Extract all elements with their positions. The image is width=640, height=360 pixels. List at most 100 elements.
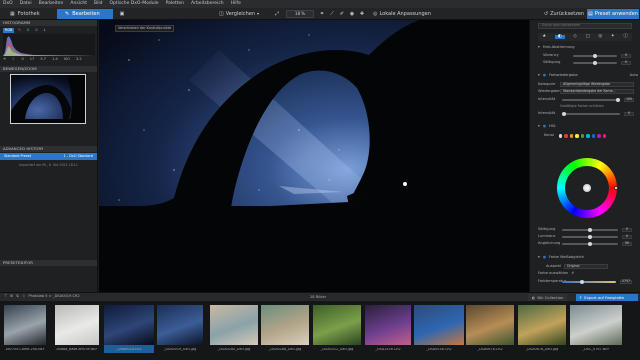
channel-dot-yellow[interactable] [575, 134, 579, 138]
temperature-slider[interactable] [562, 279, 616, 284]
folder-path[interactable]: Photolab 5 > _DSA0019.CR2 [28, 294, 79, 299]
color-palette-icon[interactable]: ◐ [554, 34, 565, 40]
eyedropper-icon[interactable]: ✐ [571, 271, 574, 276]
channel-b[interactable]: B [33, 28, 39, 33]
section-color-rendering[interactable]: ▾ ● Farbwiedergabe Auto [538, 73, 638, 78]
wb-preset-select[interactable]: Original [564, 264, 608, 269]
preset-editor-header[interactable]: PRESETEDITOR [0, 260, 97, 266]
star-icon[interactable]: ★ [542, 34, 546, 40]
menu-modules[interactable]: Optische DxO-Module [110, 1, 159, 7]
eyedropper-icon[interactable]: ✐ [338, 10, 346, 18]
intensity2-value[interactable]: 0 [624, 112, 634, 116]
sun-icon[interactable]: ☀ [3, 57, 6, 62]
detail-icon[interactable]: ◇ [573, 34, 576, 40]
vibrancy-slider[interactable] [573, 53, 617, 58]
hsl-uniformity-slider[interactable] [562, 241, 618, 246]
red-eye-icon[interactable]: ◉ [348, 10, 356, 18]
menu-workspace[interactable]: Arbeitsbereich [191, 1, 224, 7]
history-header[interactable]: ADVANCED HISTORY [0, 146, 97, 152]
channel-dot-all[interactable] [558, 134, 563, 138]
hsl-uniformity-value[interactable]: 50 [622, 242, 632, 246]
intensity-value[interactable]: 100 [624, 98, 634, 102]
fit-icon[interactable]: ⤢ [272, 10, 282, 18]
filmstrip-thumbnail[interactable]: _DSA0019_DxO.jpg [157, 305, 203, 353]
menu-view[interactable]: Ansicht [70, 1, 87, 7]
toggle-icon[interactable]: ● [543, 73, 546, 78]
export-button[interactable]: ⇪ Export auf Festplatte [576, 294, 638, 301]
channel-rgb[interactable]: RGB [3, 28, 15, 34]
local-icon[interactable]: ◎ [598, 34, 602, 40]
channel-r[interactable]: R [16, 28, 22, 33]
intensity2-slider[interactable] [562, 111, 620, 116]
category-select[interactable]: Allgemeingültige Wiedergabe [560, 82, 634, 87]
channel-l[interactable]: L [42, 28, 48, 33]
channel-dot-cyan[interactable] [586, 134, 590, 138]
channel-dot-red[interactable] [564, 134, 568, 138]
tab-edit[interactable]: ✎ Bearbeiten [57, 9, 113, 19]
crop-icon[interactable]: ⌗ [318, 10, 326, 18]
channel-dot-magenta[interactable] [602, 134, 607, 138]
histogram-header[interactable]: HISTOGRAMM [0, 20, 97, 26]
filmstrip-thumbnail[interactable]: _DSA0312_DxO.jpg [313, 305, 361, 353]
hsl-saturation-value[interactable]: 0 [622, 228, 632, 232]
hsl-saturation-slider[interactable] [562, 227, 618, 232]
protect-colors-checkbox[interactable]: Gesättigte Farben schützen [560, 104, 604, 108]
reset-button[interactable]: ↺ Zurücksetzen [544, 10, 584, 18]
saturation-slider[interactable] [573, 60, 617, 65]
intensity-slider[interactable] [562, 97, 620, 102]
compare-button[interactable]: ◫ Vergleichen ▾ [209, 10, 269, 18]
section-color-adjust[interactable]: ▾ Farb-Abstimmung [538, 45, 575, 50]
channel-g[interactable]: G [25, 28, 32, 33]
toggle-icon[interactable]: ● [543, 255, 546, 260]
view-toggle-icon[interactable]: ▣ [118, 10, 126, 18]
hsl-luminance-slider[interactable] [562, 234, 618, 239]
horizon-icon[interactable]: ⟋ [328, 10, 336, 18]
history-row[interactable]: Standard Preset 1 - DxO Standard [0, 153, 97, 160]
channel-dot-blue[interactable] [591, 134, 596, 138]
zoom-select[interactable]: 18 % [286, 10, 314, 18]
filmstrip-thumbnail[interactable]: _DSA0280_DxO.jpg [210, 305, 258, 353]
filmstrip-thumbnail[interactable]: _DSA0878_DxO.jpg [518, 305, 566, 353]
menu-palettes[interactable]: Paletten [166, 1, 184, 7]
hsl-color-wheel[interactable] [557, 158, 618, 218]
sort-icon[interactable]: ⇅ [16, 294, 19, 299]
grid-icon[interactable]: ⊞ [10, 294, 13, 299]
menu-edit[interactable]: Bearbeiten [39, 1, 64, 7]
channel-dot-orange[interactable] [569, 134, 574, 138]
menu-image[interactable]: Bild [94, 1, 102, 7]
repair-icon[interactable]: ✚ [358, 10, 366, 18]
menu-file[interactable]: Datei [20, 1, 32, 7]
filter-icon[interactable]: ⊤ [4, 294, 7, 299]
filmstrip-thumbnail[interactable]: Anaba_Base-arr039.NEF [55, 305, 99, 353]
navigator-header[interactable]: BEWEGEN/ZOOM [0, 66, 97, 72]
channel-dot-purple[interactable] [597, 134, 601, 138]
filmstrip-thumbnail[interactable]: _DSA0538.CR2 [414, 305, 464, 353]
section-white-balance[interactable]: ▾ ● Farbe Weißabgleich [538, 255, 584, 260]
geometry-icon[interactable]: ▢ [585, 34, 589, 40]
rendering-select[interactable]: Standardwiedergabe der Kame... [560, 89, 634, 94]
saturation-value[interactable]: 0 [621, 61, 631, 65]
hsl-luminance-value[interactable]: 0 [622, 235, 632, 239]
navigator-preview[interactable] [10, 74, 86, 124]
filmstrip-thumbnail[interactable]: _DSA0018.CR2 [104, 305, 154, 353]
local-adjustments-button[interactable]: ◎ Lokale Anpassungen [370, 10, 434, 18]
nik-collection-button[interactable]: ◐ Nik Collection [528, 294, 568, 301]
channel-dot-green[interactable] [580, 134, 585, 138]
meta-icon[interactable]: ⓘ [623, 34, 628, 40]
filmstrip-thumbnail[interactable]: _DSC_0767.NEF [570, 305, 622, 353]
toggle-icon[interactable]: ● [543, 124, 546, 129]
star-filter-icon[interactable]: ☆ [22, 294, 25, 299]
correction-search-input[interactable]: Suche nach Korrekturen [538, 23, 632, 29]
moon-icon[interactable]: ☾ [12, 57, 15, 62]
menu-app[interactable]: DxO [3, 1, 13, 7]
apply-preset-button[interactable]: ▤ Preset anwenden [587, 9, 639, 19]
section-hsl[interactable]: ▾ ● HSL [538, 124, 556, 129]
temperature-value[interactable]: 2757 [620, 280, 632, 284]
vibrancy-value[interactable]: 0 [621, 54, 631, 58]
menu-help[interactable]: Hilfe [231, 1, 241, 7]
auto-button[interactable]: Auto [630, 73, 638, 78]
effects-icon[interactable]: ✦ [611, 34, 615, 40]
image-viewer[interactable]: Verschieben der Kontrollpunkte [99, 20, 529, 292]
filmstrip-thumbnail[interactable]: _DSA1526.CR2 [365, 305, 411, 353]
filmstrip-thumbnail[interactable]: 180705-Come-29A.NEF [4, 305, 46, 353]
